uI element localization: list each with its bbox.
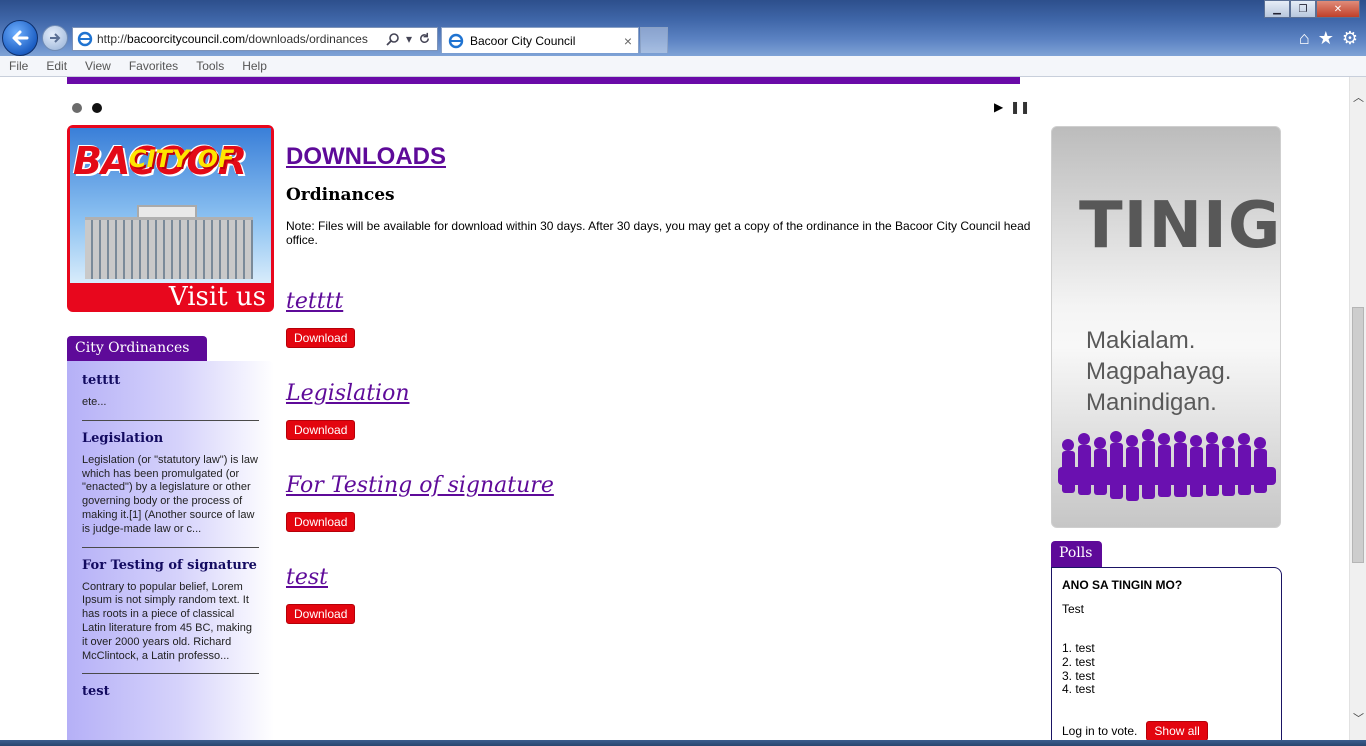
tinig-slogan: Makialam. Magpahayag. Manindigan. <box>1086 325 1231 418</box>
menu-tools[interactable]: Tools <box>187 59 233 73</box>
play-icon[interactable]: ▶ <box>994 100 1003 114</box>
slider-dot-1[interactable] <box>72 103 82 113</box>
new-tab-button[interactable] <box>640 27 668 53</box>
tinig-line: Magpahayag. <box>1086 358 1232 385</box>
ie-page-icon <box>448 33 464 48</box>
tab-bacoor-city-council[interactable]: Bacoor City Council × <box>441 27 639 53</box>
search-icon[interactable] <box>386 32 400 46</box>
minimize-button[interactable]: ▁ <box>1264 0 1290 18</box>
menu-file[interactable]: File <box>0 59 37 73</box>
download-item: test Download <box>286 565 1036 624</box>
menu-help[interactable]: Help <box>233 59 276 73</box>
banner-city-of-text: CITY OF <box>129 145 235 173</box>
maximize-button[interactable]: ❐ <box>1290 0 1316 18</box>
polls-box: ANO SA TINGIN MO? Test 1. test 2. test 3… <box>1051 567 1282 740</box>
header-strip <box>67 77 1020 84</box>
home-icon[interactable]: ⌂ <box>1299 28 1310 49</box>
main-content: DOWNLOADS Ordinances Note: Files will be… <box>286 143 1036 624</box>
ordinance-title[interactable]: tetttt <box>82 373 259 388</box>
download-title[interactable]: tetttt <box>286 289 343 314</box>
list-item: tetttt ete... <box>82 373 259 421</box>
download-title[interactable]: test <box>286 565 328 590</box>
scroll-thumb[interactable] <box>1352 307 1364 563</box>
forward-arrow-icon <box>50 33 61 43</box>
poll-option: 4. test <box>1062 682 1095 697</box>
back-button[interactable] <box>2 20 38 56</box>
city-hall-building <box>85 217 253 279</box>
tinig-banner[interactable]: TINIG Makialam. Magpahayag. Manindigan. <box>1051 126 1281 528</box>
download-button[interactable]: Download <box>286 604 356 624</box>
tab-title: Bacoor City Council <box>470 33 576 48</box>
browser-toolbar: http://bacoorcitycouncil.com/downloads/o… <box>0 0 1366 56</box>
taskbar <box>0 740 1366 746</box>
menu-bar: File Edit View Favorites Tools Help <box>0 56 1366 77</box>
favorites-star-icon[interactable]: ★ <box>1318 28 1334 49</box>
menu-favorites[interactable]: Favorites <box>120 59 187 73</box>
crowd-silhouette-icon <box>1058 429 1276 501</box>
window-close-button[interactable]: ✕ <box>1316 0 1360 18</box>
ordinance-title[interactable]: test <box>82 684 259 699</box>
poll-footer: Log in to vote. Show all <box>1062 721 1271 740</box>
url-path: /downloads/ordinances <box>245 32 368 46</box>
download-title[interactable]: Legislation <box>286 381 409 406</box>
forward-button[interactable] <box>42 25 68 51</box>
scroll-down-icon[interactable]: ﹀ <box>1353 710 1364 726</box>
url-text: http://bacoorcitycouncil.com/downloads/o… <box>97 32 386 46</box>
download-item: Legislation Download <box>286 381 1036 440</box>
poll-option: 2. test <box>1062 654 1095 669</box>
back-arrow-icon <box>12 30 29 46</box>
poll-option: 1. test <box>1062 641 1095 655</box>
page-title[interactable]: DOWNLOADS <box>286 143 1036 171</box>
show-all-button[interactable]: Show all <box>1146 721 1208 740</box>
page-viewport: ▶ ❚❚ BACOOR CITY OF Visit us City Ordina… <box>0 77 1349 740</box>
ordinance-title[interactable]: Legislation <box>82 431 259 446</box>
ordinance-desc: Legislation (or "statutory law") is law … <box>82 453 258 535</box>
polls-tab: Polls <box>1051 541 1102 567</box>
poll-description: Test <box>1062 602 1085 616</box>
login-to-vote-text: Log in to vote. <box>1062 724 1138 739</box>
ordinance-title[interactable]: For Testing of signature <box>82 558 259 573</box>
close-icon[interactable]: × <box>624 33 638 49</box>
vertical-scrollbar[interactable]: ︿ ﹀ <box>1349 77 1366 740</box>
tinig-line: Makialam. <box>1086 327 1196 354</box>
slider-dot-2[interactable] <box>92 103 102 113</box>
tinig-line: Manindigan. <box>1086 389 1217 416</box>
chevron-down-icon[interactable]: ▾ <box>406 32 412 46</box>
ordinance-desc: ete... <box>82 396 107 408</box>
download-button[interactable]: Download <box>286 512 356 532</box>
download-button[interactable]: Download <box>286 328 356 348</box>
banner-visit-text: Visit us <box>168 282 266 312</box>
list-item: Legislation Legislation (or "statutory l… <box>82 431 259 548</box>
download-item: tetttt Download <box>286 289 1036 348</box>
city-ordinances-list: tetttt ete... Legislation Legislation (o… <box>67 361 274 740</box>
city-ordinances-tab: City Ordinances <box>67 336 207 361</box>
ie-page-icon <box>77 31 93 47</box>
tinig-title: TINIG <box>1079 189 1281 263</box>
list-item: For Testing of signature Contrary to pop… <box>82 558 259 675</box>
ordinance-desc: Contrary to popular belief, Lorem Ipsum … <box>82 580 252 662</box>
url-prefix: http:// <box>97 32 128 46</box>
download-item: For Testing of signature Download <box>286 473 1036 532</box>
refresh-icon[interactable] <box>418 32 431 45</box>
pause-icon[interactable]: ❚❚ <box>1010 100 1030 114</box>
address-bar[interactable]: http://bacoorcitycouncil.com/downloads/o… <box>72 27 438 51</box>
poll-options: 1. test 2. test 3. test 4. test <box>1062 641 1271 697</box>
menu-edit[interactable]: Edit <box>37 59 76 73</box>
gear-icon[interactable]: ⚙ <box>1342 28 1358 49</box>
menu-view[interactable]: View <box>76 59 120 73</box>
scroll-up-icon[interactable]: ︿ <box>1353 89 1364 105</box>
list-item: test <box>82 684 259 717</box>
download-button[interactable]: Download <box>286 420 356 440</box>
download-title[interactable]: For Testing of signature <box>286 473 554 498</box>
visit-us-banner[interactable]: BACOOR CITY OF Visit us <box>67 125 274 312</box>
url-host: bacoorcitycouncil.com <box>127 32 246 46</box>
poll-option: 3. test <box>1062 668 1095 683</box>
page-subtitle: Ordinances <box>286 185 395 205</box>
download-note: Note: Files will be available for downlo… <box>286 219 1031 247</box>
poll-question: ANO SA TINGIN MO? <box>1062 578 1183 592</box>
